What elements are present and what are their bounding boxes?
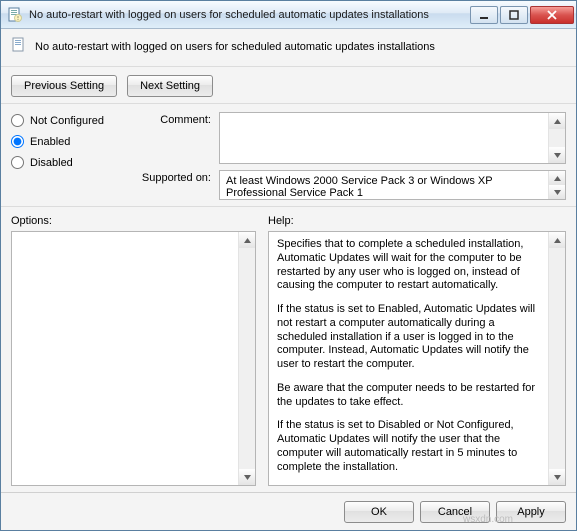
scrollbar[interactable] [548,113,565,163]
nav-row: Previous Setting Next Setting [11,75,566,97]
supported-textbox: At least Windows 2000 Service Pack 3 or … [219,170,566,200]
options-panel: Options: [11,215,256,486]
scroll-up-icon[interactable] [549,113,565,129]
help-panel: Help: Specifies that to complete a sched… [268,215,566,486]
policy-icon [11,37,27,56]
gpedit-policy-window: No auto-restart with logged on users for… [0,0,577,531]
footer: OK Cancel Apply [1,492,576,530]
maximize-button[interactable] [500,6,528,24]
comment-row: Comment: [135,112,566,164]
ok-button[interactable]: OK [344,501,414,523]
scrollbar[interactable] [548,171,565,199]
supported-row: Supported on: At least Windows 2000 Serv… [135,170,566,200]
options-label: Options: [11,215,256,227]
right-fields: Comment: Supported on: At least Windows … [135,112,566,200]
help-area: Specifies that to complete a scheduled i… [268,231,566,486]
radio-not-configured-label: Not Configured [30,115,104,127]
apply-button[interactable]: Apply [496,501,566,523]
radio-enabled-label: Enabled [30,136,70,148]
scrollbar[interactable] [548,232,565,485]
mid-section: Not Configured Enabled Disabled Comment: [11,112,566,200]
help-paragraph: Specifies that to complete a scheduled i… [277,238,540,293]
divider [1,103,576,104]
cancel-button[interactable]: Cancel [420,501,490,523]
state-radios: Not Configured Enabled Disabled [11,112,121,200]
next-setting-button[interactable]: Next Setting [127,75,213,97]
supported-value: At least Windows 2000 Service Pack 3 or … [226,175,492,199]
titlebar: No auto-restart with logged on users for… [1,1,576,29]
policy-icon [7,7,23,23]
close-button[interactable] [530,6,574,24]
radio-not-configured[interactable]: Not Configured [11,114,121,127]
supported-label: Supported on: [135,170,211,200]
content-area: No auto-restart with logged on users for… [1,29,576,492]
radio-disabled-label: Disabled [30,157,73,169]
policy-title: No auto-restart with logged on users for… [35,41,435,53]
scroll-down-icon[interactable] [549,147,565,163]
window-title: No auto-restart with logged on users for… [29,9,468,21]
scroll-down-icon[interactable] [239,469,255,485]
scroll-down-icon[interactable] [549,185,565,199]
divider [1,66,576,67]
radio-disabled-input[interactable] [11,156,24,169]
divider [1,206,576,207]
scroll-up-icon[interactable] [549,232,565,248]
policy-header: No auto-restart with logged on users for… [11,35,566,60]
radio-not-configured-input[interactable] [11,114,24,127]
help-label: Help: [268,215,566,227]
radio-enabled-input[interactable] [11,135,24,148]
scroll-up-icon[interactable] [549,171,565,185]
minimize-button[interactable] [470,6,498,24]
scroll-up-icon[interactable] [239,232,255,248]
help-paragraph: Be aware that the computer needs to be r… [277,382,540,410]
help-content: Specifies that to complete a scheduled i… [269,232,548,485]
window-controls [468,6,574,24]
help-paragraph: If the status is set to Disabled or Not … [277,419,540,474]
options-area[interactable] [11,231,256,486]
scrollbar[interactable] [238,232,255,485]
previous-setting-button[interactable]: Previous Setting [11,75,117,97]
radio-disabled[interactable]: Disabled [11,156,121,169]
lower-split: Options: Help: Specifies that to complet… [11,215,566,486]
comment-label: Comment: [135,112,211,164]
comment-textarea[interactable] [219,112,566,164]
help-paragraph: Note: This policy applies only when Auto… [277,484,540,485]
radio-enabled[interactable]: Enabled [11,135,121,148]
help-paragraph: If the status is set to Enabled, Automat… [277,303,540,372]
scroll-down-icon[interactable] [549,469,565,485]
